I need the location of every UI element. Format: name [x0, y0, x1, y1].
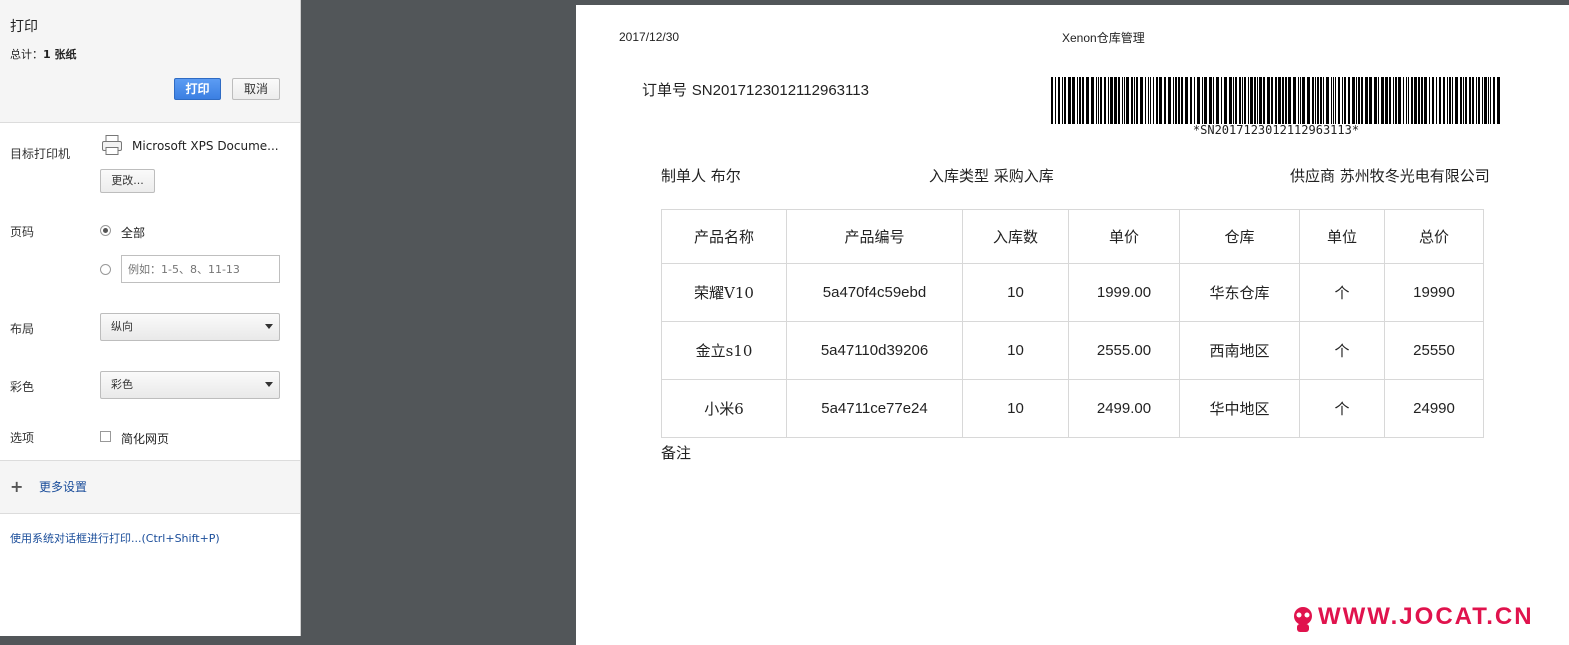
sheet-total: 总计：1 张纸 — [10, 46, 76, 62]
layout-label: 布局 — [10, 322, 35, 336]
pages-custom-input[interactable] — [121, 255, 280, 283]
printer-icon — [102, 135, 122, 155]
table-cell: 金立s10 — [661, 321, 787, 380]
table-cell: 2499.00 — [1068, 379, 1180, 438]
pages-label: 页码 — [10, 225, 35, 239]
change-printer-button[interactable]: 更改... — [100, 169, 155, 193]
table-cell: 19990 — [1384, 263, 1484, 322]
sheet-total-prefix: 总计： — [10, 48, 43, 61]
document-date: 2017/12/30 — [619, 30, 680, 44]
cancel-button[interactable]: 取消 — [232, 78, 280, 100]
order-number: 订单号 SN2017123012112963113 — [642, 79, 869, 100]
column-header: 单价 — [1068, 209, 1180, 264]
table-row: 荣耀V10 5a470f4c59ebd 10 1999.00 华东仓库 个 19… — [661, 263, 1484, 322]
print-settings-panel: 打印 总计：1 张纸 打印 取消 目标打印机 Microsoft XPS Doc… — [0, 0, 301, 636]
table-cell: 荣耀V10 — [661, 263, 787, 322]
printer-name: Microsoft XPS Docume... — [132, 139, 279, 153]
table-cell: 10 — [962, 379, 1069, 438]
inbound-type: 入库类型 采购入库 — [929, 167, 1054, 185]
table-cell: 1999.00 — [1068, 263, 1180, 322]
plus-icon: + — [10, 477, 24, 496]
layout-select[interactable]: 纵向 — [100, 313, 280, 341]
table-cell: 5a4711ce77e24 — [786, 379, 963, 438]
items-table: 产品名称 产品编号 入库数 单价 仓库 单位 总价 荣耀V10 5a470f4c… — [661, 209, 1484, 438]
barcode-text: *SN2017123012112963113* — [1192, 123, 1360, 137]
pages-all-label: 全部 — [121, 226, 146, 240]
pages-custom-radio[interactable] — [100, 264, 111, 275]
column-header: 产品名称 — [661, 209, 787, 264]
preview-page: 2017/12/30 Xenon仓库管理 订单号 SN2017123012112… — [576, 5, 1569, 645]
chevron-down-icon — [265, 382, 273, 387]
order-number-value: SN2017123012112963113 — [691, 82, 869, 99]
panel-title: 打印 — [10, 19, 38, 35]
table-cell: 25550 — [1384, 321, 1484, 380]
layout-select-value: 纵向 — [111, 320, 133, 333]
table-cell: 5a470f4c59ebd — [786, 263, 963, 322]
table-header-row: 产品名称 产品编号 入库数 单价 仓库 单位 总价 — [661, 209, 1484, 264]
table-cell: 华中地区 — [1179, 379, 1300, 438]
print-button[interactable]: 打印 — [174, 78, 221, 100]
creator: 制单人 布尔 — [661, 167, 741, 185]
system-dialog-link[interactable]: 使用系统对话框进行打印...(Ctrl+Shift+P) — [10, 530, 220, 546]
pages-all-radio[interactable] — [100, 225, 111, 236]
barcode — [1051, 77, 1500, 124]
simplify-page-checkbox[interactable] — [100, 431, 111, 442]
column-header: 仓库 — [1179, 209, 1300, 264]
simplify-page-label: 简化网页 — [121, 432, 170, 446]
color-select[interactable]: 彩色 — [100, 371, 280, 399]
table-cell: 华东仓库 — [1179, 263, 1300, 322]
table-cell: 个 — [1299, 379, 1385, 438]
chevron-down-icon — [265, 324, 273, 329]
color-label: 彩色 — [10, 380, 35, 394]
remark-label: 备注 — [661, 444, 692, 462]
watermark-logo-icon — [1294, 607, 1312, 632]
table-row: 小米6 5a4711ce77e24 10 2499.00 华中地区 个 2499… — [661, 379, 1484, 438]
table-cell: 2555.00 — [1068, 321, 1180, 380]
table-row: 金立s10 5a47110d39206 10 2555.00 西南地区 个 25… — [661, 321, 1484, 380]
column-header: 总价 — [1384, 209, 1484, 264]
table-cell: 10 — [962, 321, 1069, 380]
column-header: 入库数 — [962, 209, 1069, 264]
column-header: 单位 — [1299, 209, 1385, 264]
table-cell: 小米6 — [661, 379, 787, 438]
supplier: 供应商 苏州牧冬光电有限公司 — [1290, 167, 1490, 185]
watermark-text: WWW.JOCAT.CN — [1318, 603, 1534, 630]
table-cell: 个 — [1299, 263, 1385, 322]
order-number-label: 订单号 — [642, 81, 688, 99]
table-cell: 个 — [1299, 321, 1385, 380]
table-cell: 西南地区 — [1179, 321, 1300, 380]
print-preview-area[interactable]: 2017/12/30 Xenon仓库管理 订单号 SN2017123012112… — [301, 0, 1569, 645]
color-select-value: 彩色 — [111, 378, 133, 391]
sheet-total-value: 1 张纸 — [43, 48, 77, 61]
panel-header: 打印 总计：1 张纸 打印 取消 — [0, 0, 300, 123]
column-header: 产品编号 — [786, 209, 963, 264]
destination-label: 目标打印机 — [10, 147, 71, 161]
options-label: 选项 — [10, 431, 35, 445]
document-header-title: Xenon仓库管理 — [1062, 31, 1145, 45]
more-settings-link[interactable]: 更多设置 — [39, 478, 87, 495]
table-cell: 10 — [962, 263, 1069, 322]
table-cell: 24990 — [1384, 379, 1484, 438]
more-settings-section[interactable]: + 更多设置 — [0, 460, 300, 514]
table-cell: 5a47110d39206 — [786, 321, 963, 380]
